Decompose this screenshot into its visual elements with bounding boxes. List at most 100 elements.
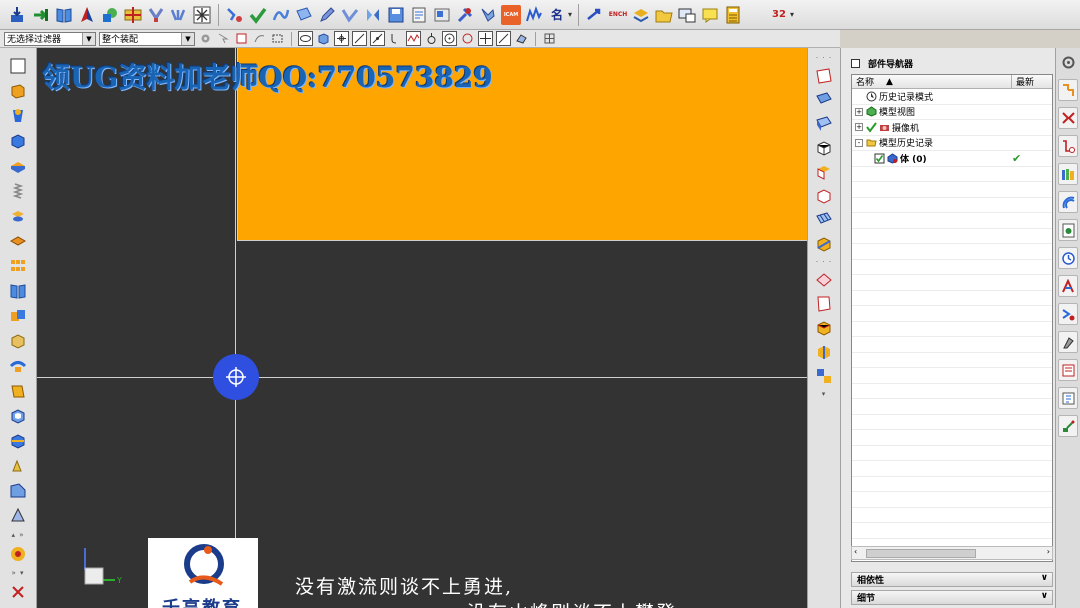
folder-icon[interactable] <box>654 5 674 25</box>
snap-intersection-icon[interactable] <box>478 31 493 46</box>
tree-row-history-mode[interactable]: 历史记录模式 <box>852 89 1052 105</box>
chevron-down-icon[interactable]: ▼ <box>181 32 194 45</box>
chevron-down-icon[interactable]: ▾ <box>790 10 794 19</box>
snap-curve-icon[interactable] <box>406 31 421 46</box>
monitor-icon[interactable] <box>677 5 697 25</box>
web-browser-icon[interactable] <box>1058 219 1078 241</box>
cylinder-icon[interactable] <box>7 156 29 176</box>
curve-select-icon[interactable] <box>252 31 267 46</box>
snap-endpoint-icon[interactable] <box>334 31 349 46</box>
wireframe-icon[interactable] <box>813 210 835 230</box>
chevron-down-icon[interactable]: ▼ <box>82 32 95 45</box>
blend-icon[interactable] <box>340 5 360 25</box>
section-view-icon[interactable] <box>813 162 835 182</box>
spring-icon[interactable] <box>7 181 29 201</box>
datum-axis-vertical[interactable] <box>235 48 236 608</box>
expand-icon[interactable]: + <box>855 123 863 132</box>
sweep-icon[interactable] <box>7 481 29 501</box>
ench-icon[interactable]: ENCH <box>608 5 628 25</box>
shaded-icon[interactable] <box>813 234 835 254</box>
pin-icon[interactable] <box>851 58 860 68</box>
curve-icon[interactable] <box>271 5 291 25</box>
view-toggle-icon[interactable] <box>298 31 313 46</box>
more-tools-icon[interactable]: ▾ <box>822 390 827 398</box>
chevron-down-icon[interactable]: ∨ <box>1041 591 1048 601</box>
stack-icon[interactable] <box>631 5 651 25</box>
layer-icon[interactable] <box>409 5 429 25</box>
pattern-icon[interactable] <box>7 231 29 251</box>
measure-icon[interactable] <box>77 5 97 25</box>
tree-row-body[interactable]: 体 (0) ✔ <box>852 151 1052 167</box>
horizontal-scrollbar[interactable]: ‹ › <box>851 546 1053 560</box>
draft-icon[interactable] <box>7 381 29 401</box>
navigator-tree[interactable]: 名称 ▲ 最新 历史记录模式 + 模型视图 + 摄像机 - 模型历史记录 体 (… <box>851 74 1053 562</box>
iso-view-icon[interactable] <box>813 138 835 158</box>
role-icon[interactable] <box>1058 303 1078 325</box>
select-box-icon[interactable] <box>234 31 249 46</box>
datum-axis-horizontal[interactable] <box>37 377 807 378</box>
blend-edge-icon[interactable] <box>7 356 29 376</box>
scroll-left-icon[interactable]: ‹ <box>854 547 857 556</box>
constraint-navigator-icon[interactable] <box>1058 107 1078 129</box>
reuse-library-icon[interactable] <box>1058 163 1078 185</box>
chevron-down-icon[interactable]: ∨ <box>1041 573 1048 583</box>
shell-icon[interactable] <box>7 406 29 426</box>
studio-icon[interactable] <box>813 294 835 314</box>
tree-row-cameras[interactable]: + 摄像机 <box>852 120 1052 136</box>
snap-point-on-curve-icon[interactable] <box>496 31 511 46</box>
tree-row-model-history[interactable]: - 模型历史记录 <box>852 136 1052 151</box>
manufacturing-wizard-icon[interactable] <box>1058 415 1078 437</box>
light-icon[interactable] <box>813 342 835 362</box>
analysis-icon[interactable] <box>524 5 544 25</box>
scroll-right-icon[interactable]: › <box>1047 547 1050 556</box>
snap-tangent-icon[interactable] <box>424 31 439 46</box>
block-icon[interactable] <box>7 131 29 151</box>
revolve-icon[interactable] <box>7 106 29 126</box>
assembly-select[interactable]: 整个装配 ▼ <box>99 31 195 46</box>
shape-icon[interactable] <box>100 5 120 25</box>
snap-quadrant-icon[interactable] <box>460 31 475 46</box>
surface-icon[interactable] <box>294 5 314 25</box>
dependencies-section[interactable]: 相依性 ∨ <box>851 572 1053 587</box>
sort-asc-icon[interactable]: ▲ <box>886 77 893 87</box>
front-view-icon[interactable] <box>813 114 835 134</box>
scrollbar-thumb[interactable] <box>866 549 976 558</box>
tree-row-model-views[interactable]: + 模型视图 <box>852 105 1052 120</box>
hole-icon[interactable] <box>7 206 29 226</box>
calculator-icon[interactable] <box>723 5 743 25</box>
material-icon[interactable] <box>813 318 835 338</box>
gear-icon[interactable] <box>198 31 213 46</box>
hd3d-icon[interactable] <box>1058 191 1078 213</box>
grid-snap-icon[interactable] <box>542 31 557 46</box>
snap-midpoint-icon[interactable] <box>370 31 385 46</box>
check-icon[interactable] <box>248 5 268 25</box>
chamfer-icon[interactable] <box>7 331 29 351</box>
drag-handle[interactable] <box>213 354 259 400</box>
part-navigator-icon[interactable] <box>1058 135 1078 157</box>
array-icon[interactable] <box>7 256 29 276</box>
constraint-icon[interactable] <box>146 5 166 25</box>
checkbox-checked-icon[interactable] <box>874 153 885 164</box>
mirror-icon[interactable] <box>363 5 383 25</box>
chevron-down-icon[interactable]: ▾ <box>568 10 572 19</box>
note-icon[interactable] <box>700 5 720 25</box>
details-section[interactable]: 细节 ∨ <box>851 590 1053 605</box>
grid-icon[interactable] <box>192 5 212 25</box>
import-icon[interactable] <box>31 5 51 25</box>
trim-body-icon[interactable] <box>7 431 29 451</box>
system-materials-icon[interactable] <box>1058 359 1078 381</box>
arrow-icon[interactable] <box>585 5 605 25</box>
fit-view-icon[interactable] <box>813 66 835 86</box>
perspective-icon[interactable] <box>813 366 835 386</box>
close-x-icon[interactable] <box>7 582 29 602</box>
arrow-select-icon[interactable] <box>216 31 231 46</box>
name-icon[interactable]: 名 <box>547 5 567 25</box>
assembly-navigator-icon[interactable] <box>1058 79 1078 101</box>
collapse-icon[interactable]: - <box>855 138 863 147</box>
snap-face-icon[interactable] <box>514 31 529 46</box>
more-tools-icon[interactable]: » ▾ <box>11 569 24 577</box>
system-scene-icon[interactable] <box>1058 331 1078 353</box>
edit-icon[interactable] <box>317 5 337 25</box>
save-icon[interactable] <box>386 5 406 25</box>
combine-icon[interactable] <box>7 306 29 326</box>
